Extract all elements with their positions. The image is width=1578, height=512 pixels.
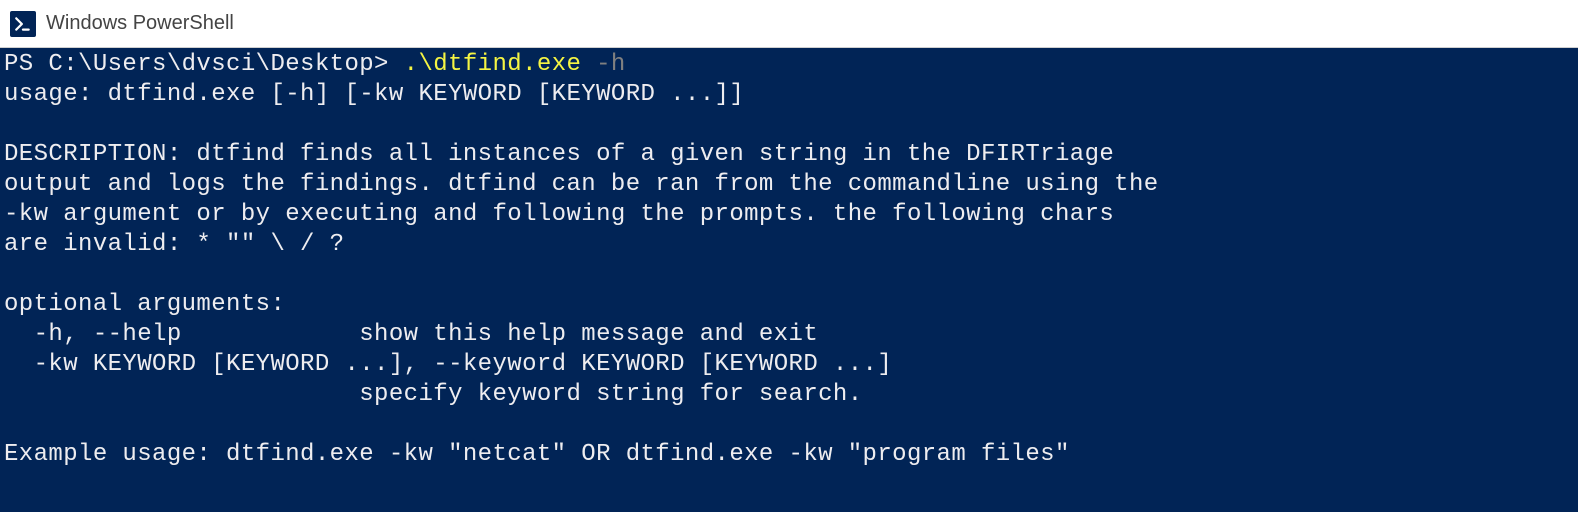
prompt-text: PS C:\Users\dvsci\Desktop> (4, 51, 404, 78)
output-optargs-header: optional arguments: (4, 291, 285, 318)
output-desc-line: -kw argument or by executing and followi… (4, 201, 1114, 228)
window-titlebar: Windows PowerShell (0, 0, 1578, 48)
output-desc-line: are invalid: * "" \ / ? (4, 231, 344, 258)
output-example: Example usage: dtfind.exe -kw "netcat" O… (4, 441, 1070, 468)
output-usage: usage: dtfind.exe [-h] [-kw KEYWORD [KEY… (4, 81, 744, 108)
window-title: Windows PowerShell (46, 12, 234, 35)
terminal-output[interactable]: PS C:\Users\dvsci\Desktop> .\dtfind.exe … (0, 48, 1578, 470)
output-opt-kw: specify keyword string for search. (4, 381, 863, 408)
output-opt-help: -h, --help show this help message and ex… (4, 321, 818, 348)
command-text: .\dtfind.exe (404, 51, 582, 78)
output-opt-kw: -kw KEYWORD [KEYWORD ...], --keyword KEY… (4, 351, 892, 378)
output-desc-line: DESCRIPTION: dtfind finds all instances … (4, 141, 1114, 168)
output-desc-line: output and logs the findings. dtfind can… (4, 171, 1159, 198)
powershell-icon (10, 11, 36, 37)
command-flag: -h (581, 51, 625, 78)
